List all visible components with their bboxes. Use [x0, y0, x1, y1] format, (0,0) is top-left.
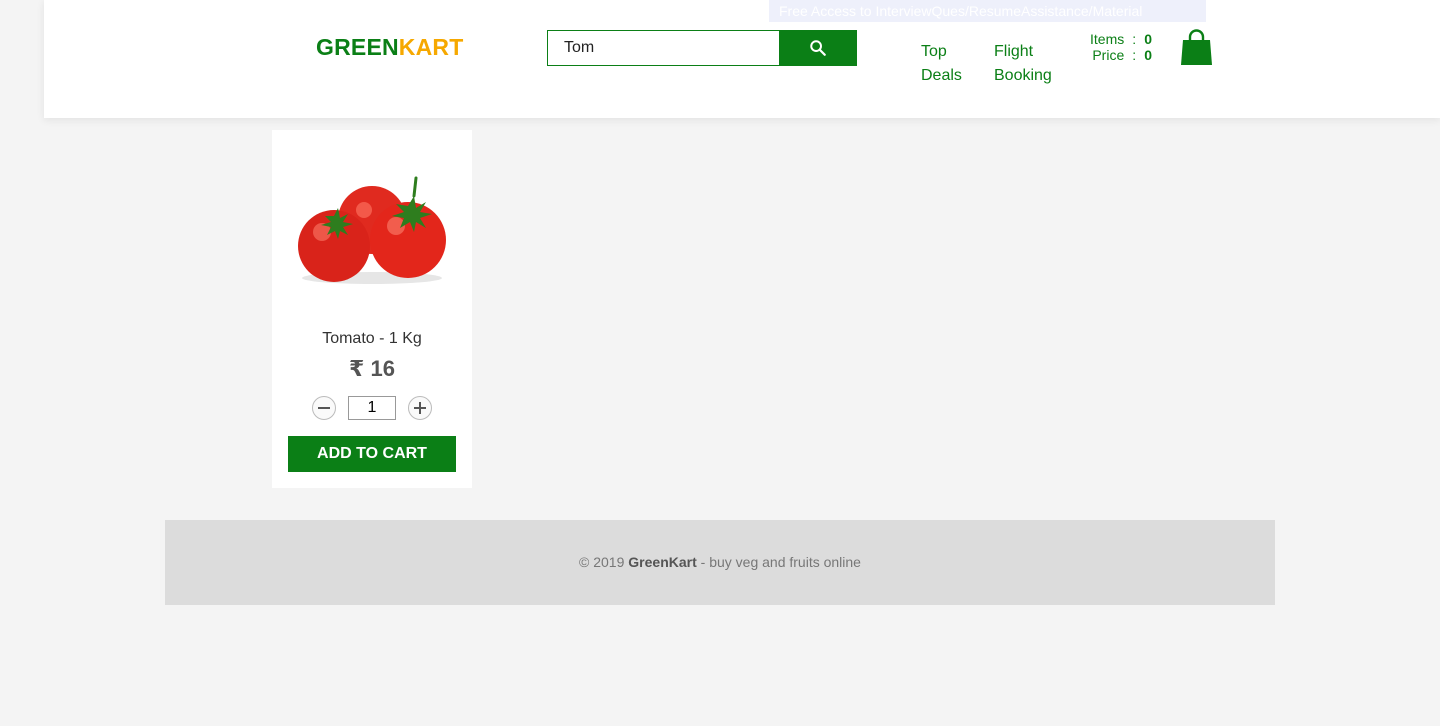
cart-summary: Items : 0 Price : 0	[1090, 31, 1154, 63]
nav-top-deals-link[interactable]: Top Deals	[921, 40, 962, 88]
cart-price-label: Price	[1092, 47, 1125, 63]
cart-price-value: 0	[1144, 47, 1153, 63]
nav-flight-booking-line1: Flight	[994, 43, 1034, 60]
cart-price-separator: :	[1132, 47, 1137, 63]
plus-icon[interactable]	[408, 396, 432, 420]
footer-brand: GreenKart	[628, 554, 697, 570]
search-input[interactable]	[547, 30, 780, 66]
minus-icon[interactable]	[312, 396, 336, 420]
cart-items-separator: :	[1132, 31, 1137, 47]
footer-copyright: © 2019	[579, 554, 625, 570]
search-icon	[810, 40, 826, 56]
product-name: Tomato - 1 Kg	[322, 330, 422, 347]
cart-price-row: Price : 0	[1090, 47, 1154, 63]
quantity-input[interactable]	[348, 396, 396, 420]
product-price: ₹ 16	[349, 356, 395, 381]
cart-items-count: 0	[1144, 31, 1153, 47]
footer-tagline: - buy veg and fruits online	[700, 554, 861, 570]
brand-logo-green: GREEN	[316, 34, 399, 60]
nav-flight-booking-line2: Booking	[994, 67, 1052, 84]
product-image-tomato	[292, 160, 452, 290]
product-card: Tomato - 1 Kg ₹ 16 ADD TO CART	[272, 130, 472, 488]
brand-logo-kart: KART	[398, 34, 464, 60]
promo-banner-link[interactable]: Free Access to InterviewQues/ResumeAssis…	[769, 0, 1206, 22]
cart-items-label: Items	[1090, 31, 1125, 47]
site-footer: © 2019 GreenKart - buy veg and fruits on…	[165, 520, 1275, 605]
nav-top-deals-line1: Top	[921, 43, 947, 60]
quantity-stepper	[312, 396, 432, 420]
nav-flight-booking-link[interactable]: Flight Booking	[994, 40, 1052, 88]
nav-top-deals-line2: Deals	[921, 67, 962, 84]
search-button[interactable]	[779, 30, 857, 66]
cart-icon[interactable]	[1180, 29, 1213, 65]
cart-items-row: Items : 0	[1090, 31, 1154, 47]
add-to-cart-button[interactable]: ADD TO CART	[288, 436, 456, 472]
brand-logo: GREENKART	[316, 34, 463, 61]
